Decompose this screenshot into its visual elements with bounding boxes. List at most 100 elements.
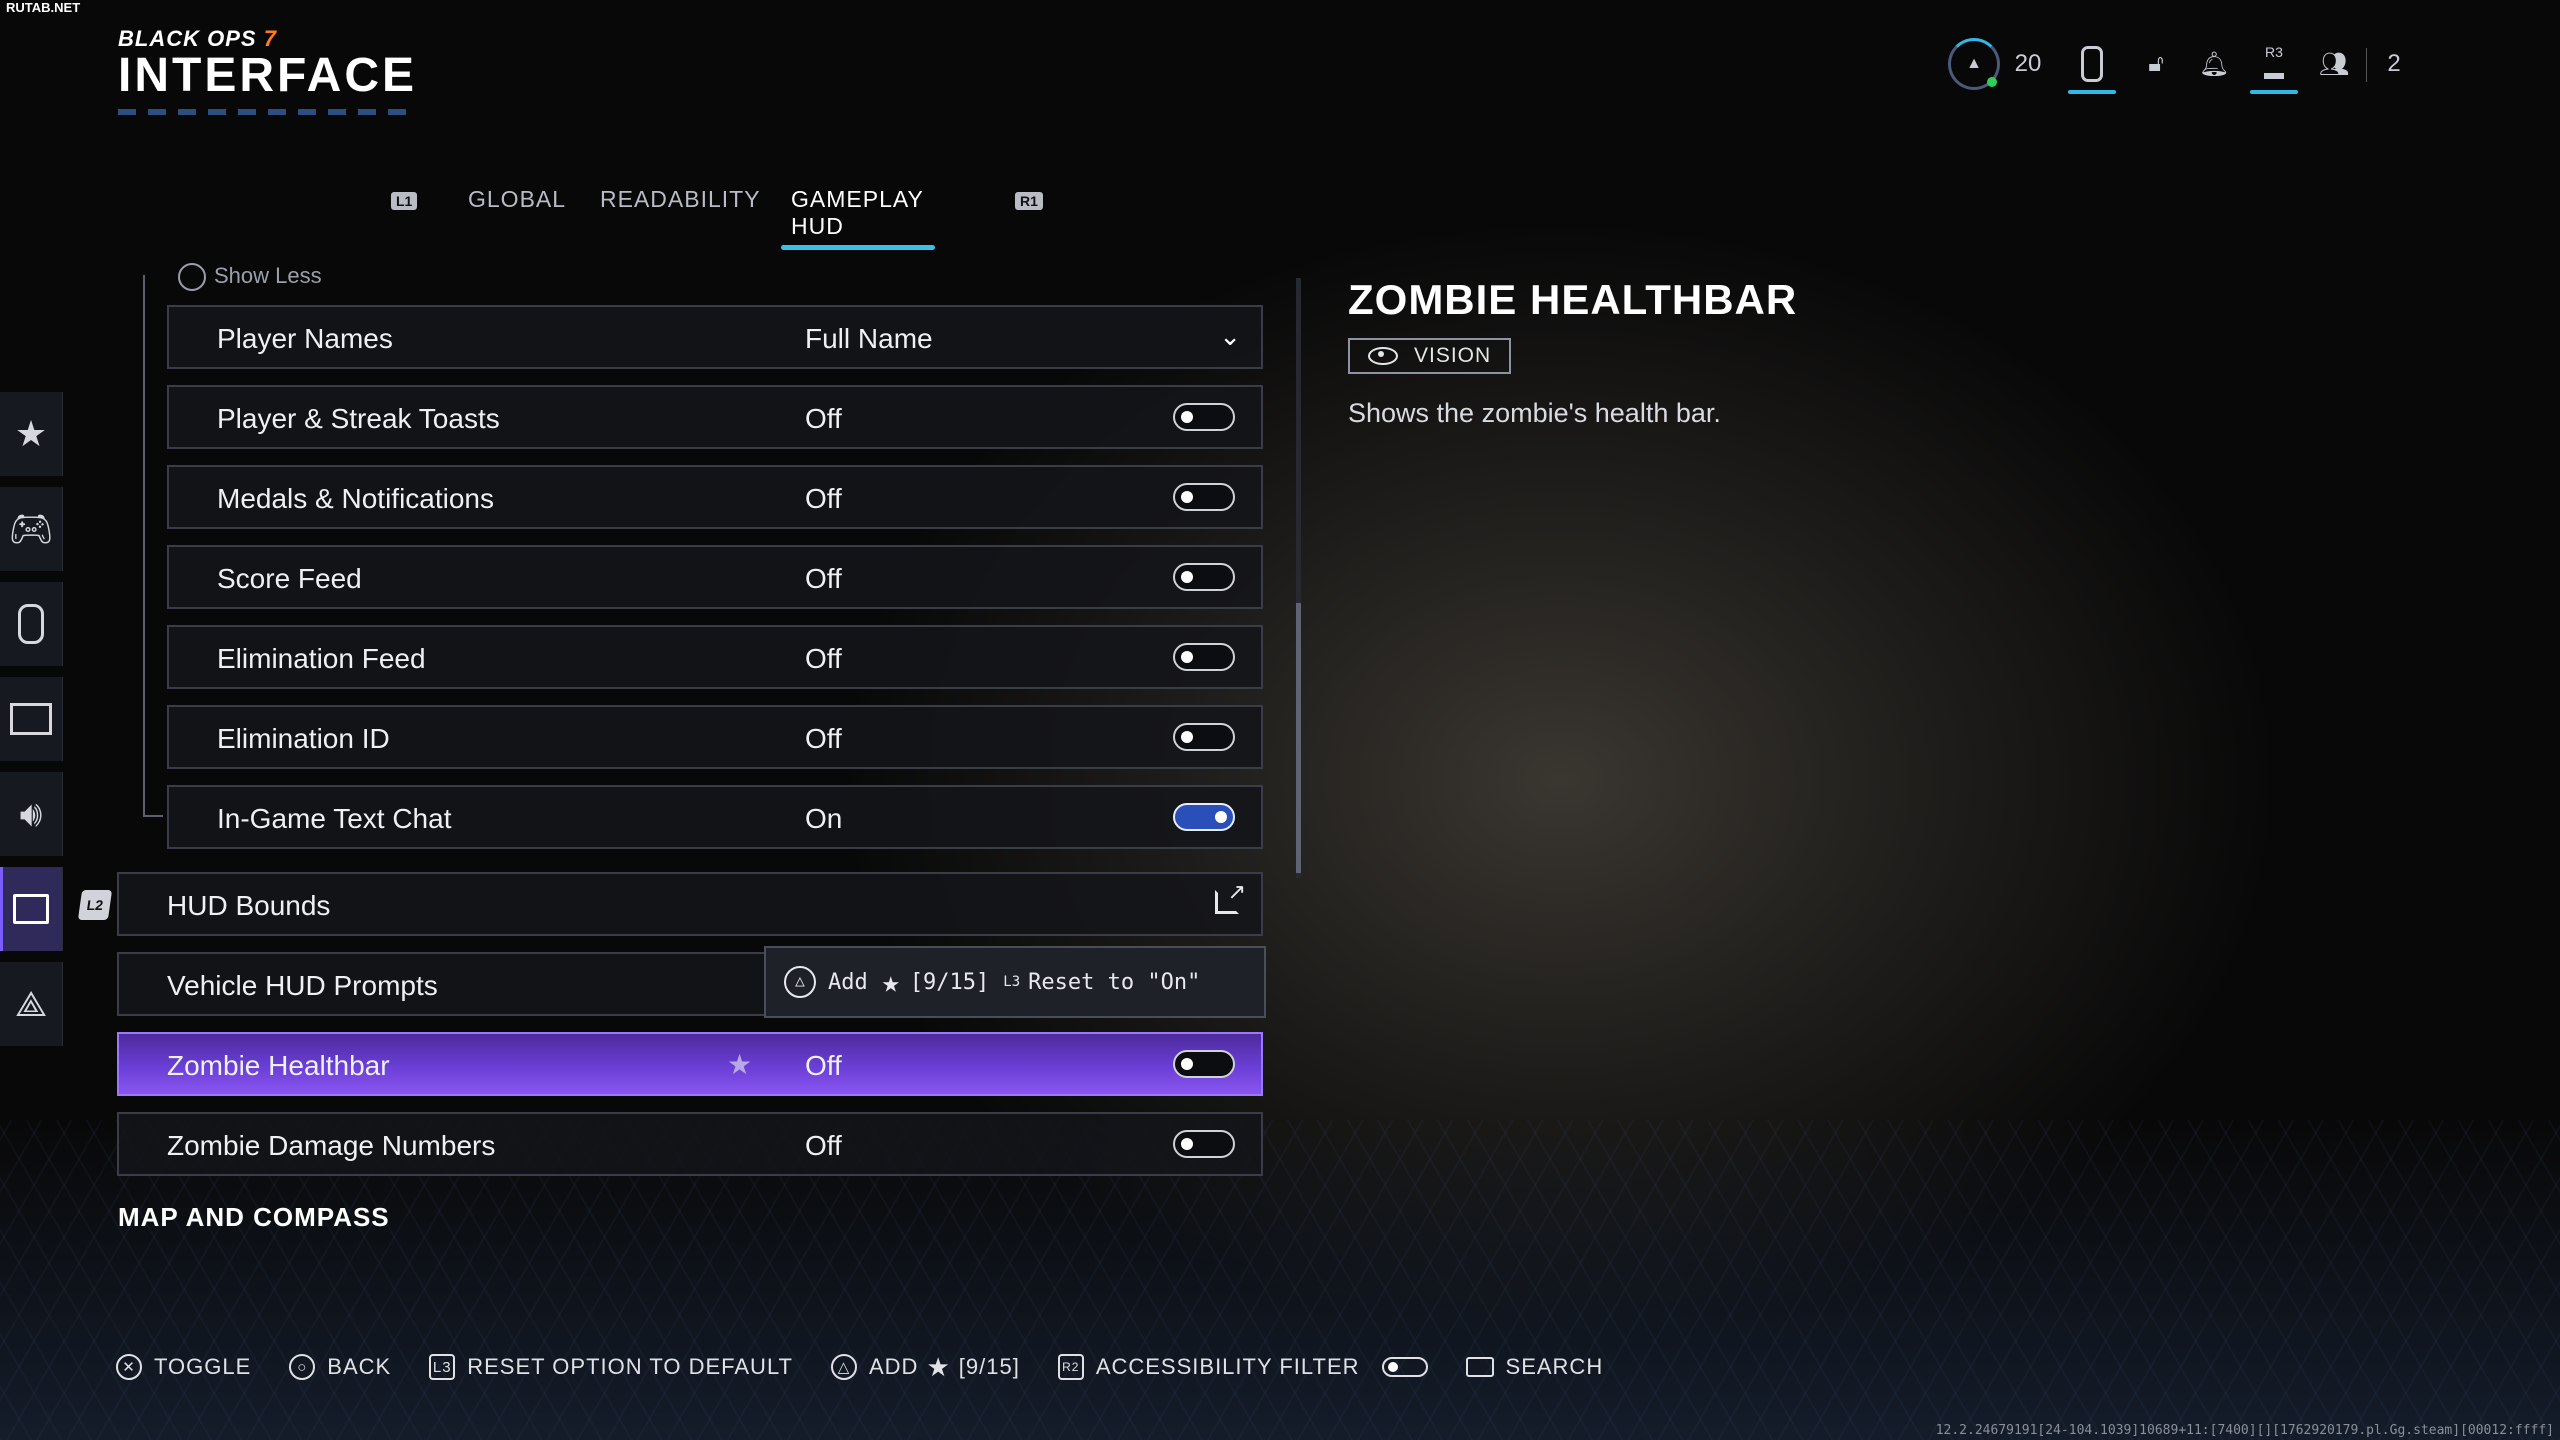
touchpad-icon [1465,1357,1494,1377]
setting-score-feed[interactable]: Score Feed Off [167,545,1263,609]
tab-readability[interactable]: READABILITY [600,186,761,223]
toggle-switch[interactable] [1173,483,1235,511]
chevron-down-icon[interactable]: ⌄ [1219,321,1241,352]
setting-value: Full Name [805,323,933,354]
rail-graphics[interactable] [0,677,63,761]
setting-value: Off [805,723,842,754]
scrollbar-thumb[interactable] [1296,603,1301,873]
social-tab[interactable] [2066,34,2118,94]
circle-button-icon: ○ [289,1354,316,1380]
monitor-icon [10,703,52,735]
setting-value: Off [805,563,842,594]
player-level: 20 [2014,50,2042,77]
cross-button-icon: ✕ [116,1354,142,1380]
toggle-switch[interactable] [1173,563,1235,591]
setting-label: Elimination Feed [217,643,426,674]
hint-accessibility-filter[interactable]: R2 ACCESSIBILITY FILTER [1057,1354,1428,1380]
network-icon: ⟁ [14,982,48,1024]
tooltip-count: [9/15] [909,969,990,995]
toggle-switch[interactable] [1173,403,1235,431]
setting-label: Score Feed [217,563,362,594]
show-less-toggle[interactable]: Show Less [178,263,322,292]
detail-title: ZOMBIE HEALTHBAR [1348,276,1798,323]
filter-toggle[interactable] [1381,1357,1428,1377]
tab-gameplay-hud[interactable]: GAMEPLAY HUD [780,186,936,250]
favorite-tooltip: △ Add ★ [9/15] L3 Reset to "On" [764,946,1266,1018]
setting-value: Off [805,1050,842,1081]
rank-badge[interactable]: ▲ [1946,34,2002,94]
rail-interface[interactable] [0,867,63,951]
setting-label: Player & Streak Toasts [217,403,500,434]
r3-label: R3 [2265,44,2283,60]
collapse-icon [178,263,206,292]
gamepad-icon: 🎮︎ [8,508,54,549]
toggle-switch[interactable] [1173,723,1235,751]
rail-favorites[interactable]: ★ [0,392,63,476]
setting-elimination-feed[interactable]: Elimination Feed Off [167,625,1263,689]
hint-reset[interactable]: L3 RESET OPTION TO DEFAULT [429,1354,793,1380]
detail-panel: ZOMBIE HEALTHBAR VISION Shows the zombie… [1348,276,2248,429]
page-title: INTERFACE [118,49,418,102]
toggle-switch[interactable] [1173,803,1235,831]
eye-icon [1368,347,1398,365]
r1-button-icon[interactable]: R1 [1015,192,1043,210]
rail-audio[interactable]: 🔊︎ [0,772,63,856]
setting-vehicle-hud-prompts[interactable]: Vehicle HUD Prompts [117,952,767,1016]
party-icon: 👥︎ [2318,50,2350,78]
lock-button[interactable]: 🔓︎ [2134,34,2178,94]
favorite-star-icon[interactable]: ★ [727,1048,752,1081]
setting-player-streak-toasts[interactable]: Player & Streak Toasts Off [167,385,1263,449]
hint-toggle[interactable]: ✕ TOGGLE [116,1354,251,1380]
r2-button-icon: R2 [1057,1354,1084,1380]
hint-back[interactable]: ○ BACK [289,1354,391,1380]
setting-value: Off [805,403,842,434]
setting-label: HUD Bounds [167,890,331,921]
tooltip-add-label: Add [828,969,868,995]
party-count: 2 [2387,50,2401,77]
group-bracket [143,275,163,817]
separator [2366,48,2367,82]
setting-label: Medals & Notifications [217,483,495,514]
setting-medals-notifications[interactable]: Medals & Notifications Off [167,465,1263,529]
r3-button[interactable]: R3 ▬ [2248,34,2300,94]
l3-button-icon: L3 [429,1354,456,1380]
rail-controller[interactable]: 🎮︎ [0,487,63,571]
toggle-switch[interactable] [1173,1130,1235,1158]
star-icon: ★ [14,413,48,454]
setting-hud-bounds[interactable]: HUD Bounds [117,872,1263,936]
setting-in-game-text-chat[interactable]: In-Game Text Chat On [167,785,1263,849]
setting-value: On [805,803,843,834]
setting-zombie-healthbar[interactable]: Zombie Healthbar ★ Off [117,1032,1263,1096]
l3-button-icon: L3 [1003,974,1021,990]
online-status-dot [1987,77,1997,87]
footer-hints: ✕ TOGGLE ○ BACK L3 RESET OPTION TO DEFAULT … [116,1350,1641,1384]
gamepad-icon: ▬ [2264,62,2284,84]
notifications-button[interactable]: 🔔︎ [2192,34,2236,94]
setting-zombie-damage-numbers[interactable]: Zombie Damage Numbers Off [117,1112,1263,1176]
toggle-switch[interactable] [1173,1050,1235,1078]
hint-search[interactable]: SEARCH [1465,1354,1604,1380]
setting-elimination-id[interactable]: Elimination ID Off [167,705,1263,769]
build-info: 12.2.24679191[24-104.1039]10689+11:[7400… [1935,1423,2554,1438]
star-icon: ★ [881,964,900,1000]
rail-network[interactable]: ⟁ [0,962,63,1046]
setting-label: Vehicle HUD Prompts [167,970,438,1001]
tab-global[interactable]: GLOBAL [468,186,566,223]
bell-icon: 🔔︎ [2198,50,2230,78]
detail-description: Shows the zombie's health bar. [1348,398,1721,428]
hint-add[interactable]: △ ADD ★ [9/15] [831,1352,1020,1383]
toggle-switch[interactable] [1173,643,1235,671]
top-status-bar: ▲ 20 🔓︎ 🔔︎ R3 ▬ 👥︎ 2 [1940,34,2560,98]
l1-button-icon[interactable]: L1 [391,192,418,210]
rail-mouse[interactable] [0,582,63,666]
party-button[interactable]: 👥︎ [2312,34,2356,94]
game-logo: BLACK OPS 7 INTERFACE [118,26,418,115]
category-badge: VISION [1348,338,1512,374]
triangle-button-icon: △ [784,966,816,998]
logo-decoration [118,109,418,115]
list-scrollbar[interactable] [1296,278,1301,878]
category-rail: ★ 🎮︎ 🔊︎ ⟁ [0,392,64,1057]
setting-label: Zombie Damage Numbers [167,1130,496,1161]
setting-player-names[interactable]: Player Names Full Name ⌄ [167,305,1263,369]
setting-label: Player Names [217,323,393,354]
